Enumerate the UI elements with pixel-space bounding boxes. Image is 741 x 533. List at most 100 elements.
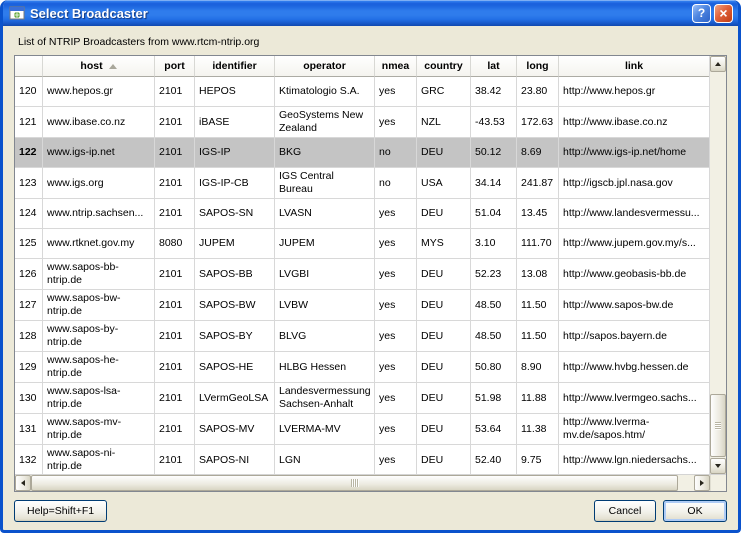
- cell-identifier[interactable]: SAPOS-MV: [195, 414, 275, 445]
- row-number-cell[interactable]: 129: [15, 352, 43, 383]
- cell-lat[interactable]: -43.53: [471, 107, 517, 138]
- row-number-cell[interactable]: 123: [15, 168, 43, 199]
- cell-link[interactable]: http://igscb.jpl.nasa.gov: [559, 168, 709, 199]
- cell-identifier[interactable]: SAPOS-BW: [195, 290, 275, 321]
- table-row[interactable]: 125www.rtknet.gov.my8080JUPEMJUPEMyesMYS…: [15, 229, 709, 259]
- cell-host[interactable]: www.sapos-ni-ntrip.de: [43, 445, 155, 474]
- cell-nmea[interactable]: yes: [375, 414, 417, 445]
- cell-port[interactable]: 2101: [155, 199, 195, 229]
- cell-long[interactable]: 23.80: [517, 77, 559, 107]
- cell-nmea[interactable]: yes: [375, 352, 417, 383]
- cell-nmea[interactable]: yes: [375, 77, 417, 107]
- cell-host[interactable]: www.ibase.co.nz: [43, 107, 155, 138]
- row-number-cell[interactable]: 121: [15, 107, 43, 138]
- cell-lat[interactable]: 3.10: [471, 229, 517, 259]
- cell-link[interactable]: http://www.hvbg.hessen.de: [559, 352, 709, 383]
- cell-link[interactable]: http://www.sapos-bw.de: [559, 290, 709, 321]
- ok-button[interactable]: OK: [663, 500, 727, 522]
- cell-port[interactable]: 2101: [155, 321, 195, 352]
- cell-nmea[interactable]: yes: [375, 259, 417, 290]
- cell-lat[interactable]: 48.50: [471, 321, 517, 352]
- column-header-port[interactable]: port: [155, 56, 195, 77]
- cell-lat[interactable]: 53.64: [471, 414, 517, 445]
- cell-long[interactable]: 11.88: [517, 383, 559, 414]
- close-button[interactable]: ×: [714, 4, 733, 23]
- cell-port[interactable]: 8080: [155, 229, 195, 259]
- cell-link[interactable]: http://www.jupem.gov.my/s...: [559, 229, 709, 259]
- cell-identifier[interactable]: IGS-IP: [195, 138, 275, 168]
- cell-lat[interactable]: 34.14: [471, 168, 517, 199]
- cell-host[interactable]: www.hepos.gr: [43, 77, 155, 107]
- table-row[interactable]: 124www.ntrip.sachsen...2101SAPOS-SNLVASN…: [15, 199, 709, 229]
- row-number-cell[interactable]: 126: [15, 259, 43, 290]
- cell-link[interactable]: http://www.ibase.co.nz: [559, 107, 709, 138]
- cell-long[interactable]: 111.70: [517, 229, 559, 259]
- cell-port[interactable]: 2101: [155, 259, 195, 290]
- cell-lat[interactable]: 48.50: [471, 290, 517, 321]
- cell-operator[interactable]: BLVG: [275, 321, 375, 352]
- column-header-identifier[interactable]: identifier: [195, 56, 275, 77]
- scroll-up-button[interactable]: [710, 56, 726, 72]
- cell-country[interactable]: DEU: [417, 259, 471, 290]
- cell-host[interactable]: www.sapos-bw-ntrip.de: [43, 290, 155, 321]
- horizontal-scrollbar[interactable]: [15, 475, 710, 491]
- cell-long[interactable]: 13.08: [517, 259, 559, 290]
- cell-host[interactable]: www.sapos-he-ntrip.de: [43, 352, 155, 383]
- cell-identifier[interactable]: SAPOS-BB: [195, 259, 275, 290]
- titlebar-help-button[interactable]: ?: [692, 4, 711, 23]
- column-header-link[interactable]: link: [559, 56, 709, 77]
- row-number-cell[interactable]: 131: [15, 414, 43, 445]
- cell-lat[interactable]: 50.12: [471, 138, 517, 168]
- cell-operator[interactable]: LVBW: [275, 290, 375, 321]
- cell-country[interactable]: DEU: [417, 414, 471, 445]
- row-number-cell[interactable]: 122: [15, 138, 43, 168]
- cell-operator[interactable]: LGN: [275, 445, 375, 474]
- cell-identifier[interactable]: SAPOS-HE: [195, 352, 275, 383]
- column-header-lat[interactable]: lat: [471, 56, 517, 77]
- cell-identifier[interactable]: iBASE: [195, 107, 275, 138]
- table-row[interactable]: 126www.sapos-bb-ntrip.de2101SAPOS-BBLVGB…: [15, 259, 709, 290]
- cell-operator[interactable]: LVASN: [275, 199, 375, 229]
- table-row[interactable]: 132www.sapos-ni-ntrip.de2101SAPOS-NILGNy…: [15, 445, 709, 474]
- table-row[interactable]: 130www.sapos-lsa-ntrip.de2101LVermGeoLSA…: [15, 383, 709, 414]
- cell-link[interactable]: http://www.lvermgeo.sachs...: [559, 383, 709, 414]
- cell-operator[interactable]: HLBG Hessen: [275, 352, 375, 383]
- column-header-host[interactable]: host: [43, 56, 155, 77]
- cell-long[interactable]: 8.90: [517, 352, 559, 383]
- cell-host[interactable]: www.sapos-mv-ntrip.de: [43, 414, 155, 445]
- horizontal-scroll-thumb[interactable]: [31, 475, 678, 491]
- cell-nmea[interactable]: yes: [375, 199, 417, 229]
- cell-long[interactable]: 172.63: [517, 107, 559, 138]
- cell-operator[interactable]: Landesvermessung Sachsen-Anhalt: [275, 383, 375, 414]
- row-number-cell[interactable]: 128: [15, 321, 43, 352]
- cell-nmea[interactable]: no: [375, 168, 417, 199]
- table-row[interactable]: 120www.hepos.gr2101HEPOSKtimatologio S.A…: [15, 77, 709, 107]
- cell-country[interactable]: GRC: [417, 77, 471, 107]
- scroll-left-button[interactable]: [15, 475, 31, 491]
- cell-country[interactable]: USA: [417, 168, 471, 199]
- cell-identifier[interactable]: LVermGeoLSA: [195, 383, 275, 414]
- vertical-scroll-thumb[interactable]: [710, 394, 726, 457]
- cell-long[interactable]: 9.75: [517, 445, 559, 474]
- cell-port[interactable]: 2101: [155, 168, 195, 199]
- cell-country[interactable]: DEU: [417, 138, 471, 168]
- cell-nmea[interactable]: yes: [375, 290, 417, 321]
- cell-identifier[interactable]: SAPOS-SN: [195, 199, 275, 229]
- cell-lat[interactable]: 51.98: [471, 383, 517, 414]
- scroll-right-button[interactable]: [694, 475, 710, 491]
- cell-link[interactable]: http://www.hepos.gr: [559, 77, 709, 107]
- table-row[interactable]: 128www.sapos-by-ntrip.de2101SAPOS-BYBLVG…: [15, 321, 709, 352]
- cell-host[interactable]: www.sapos-bb-ntrip.de: [43, 259, 155, 290]
- table-row[interactable]: 122www.igs-ip.net2101IGS-IPBKGnoDEU50.12…: [15, 138, 709, 168]
- table-row[interactable]: 127www.sapos-bw-ntrip.de2101SAPOS-BWLVBW…: [15, 290, 709, 321]
- cell-long[interactable]: 241.87: [517, 168, 559, 199]
- title-bar[interactable]: Select Broadcaster ? ×: [3, 0, 738, 26]
- cell-long[interactable]: 8.69: [517, 138, 559, 168]
- table-row[interactable]: 123www.igs.org2101IGS-IP-CBIGS Central B…: [15, 168, 709, 199]
- cell-country[interactable]: NZL: [417, 107, 471, 138]
- cell-host[interactable]: www.rtknet.gov.my: [43, 229, 155, 259]
- cell-nmea[interactable]: yes: [375, 445, 417, 474]
- cell-host[interactable]: www.ntrip.sachsen...: [43, 199, 155, 229]
- cell-port[interactable]: 2101: [155, 138, 195, 168]
- cell-nmea[interactable]: no: [375, 138, 417, 168]
